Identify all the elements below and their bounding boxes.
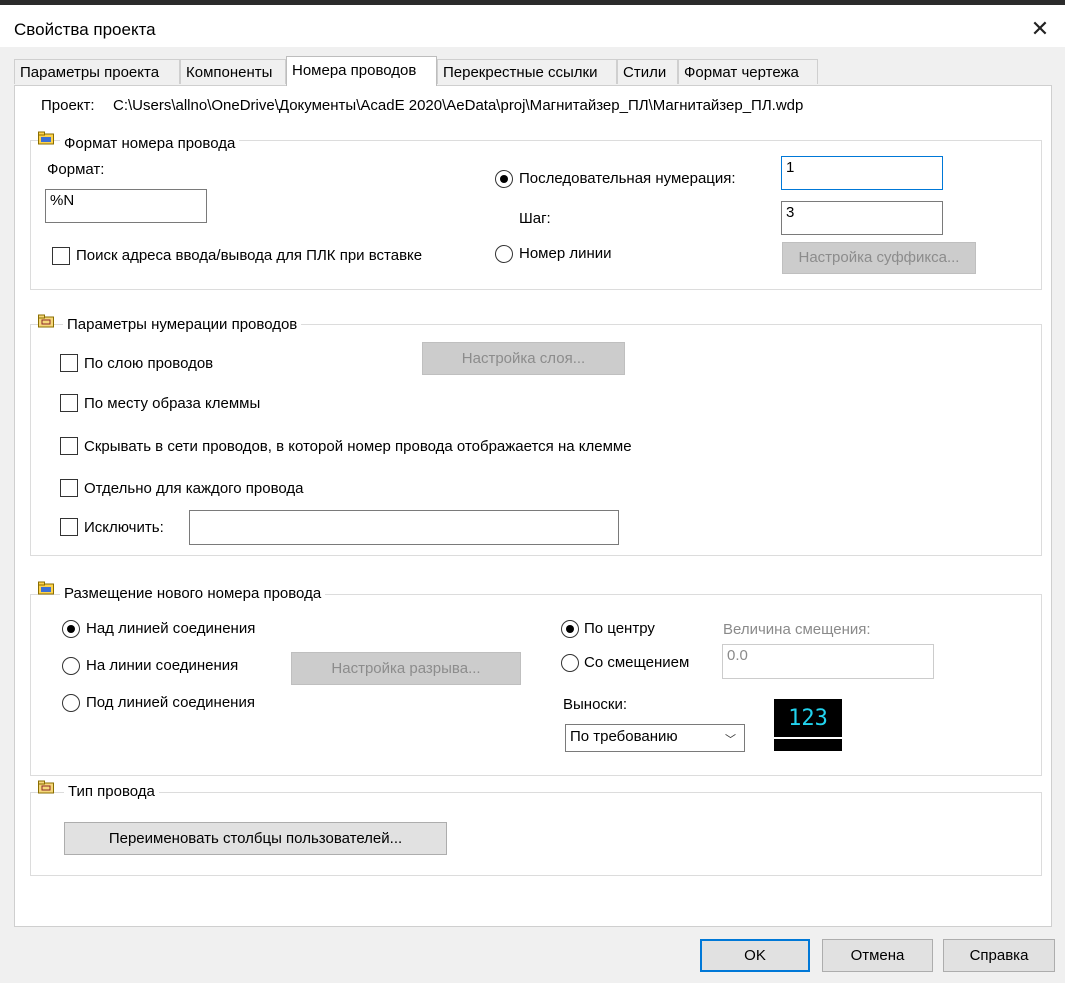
below-line-label: Под линией соединения <box>86 694 255 711</box>
project-path: C:\Users\allno\OneDrive\Документы\AcadE … <box>113 97 804 114</box>
hide-on-terminal-label: Скрывать в сети проводов, в которой номе… <box>84 438 632 455</box>
leaders-select-value: По требованию <box>570 728 678 745</box>
numbering-legend: Параметры нумерации проводов <box>63 316 302 333</box>
plc-search-label: Поиск адреса ввода/вывода для ПЛК при вс… <box>76 247 423 264</box>
wire-number-preview: 123 <box>774 699 842 751</box>
tab-components[interactable]: Компоненты <box>180 59 286 84</box>
offset-radio[interactable] <box>561 654 579 672</box>
tab-drawing-format[interactable]: Формат чертежа <box>678 59 818 84</box>
start-number-input[interactable]: 1 <box>781 156 943 190</box>
folder-icon <box>38 131 54 145</box>
placement-legend: Размещение нового номера провода <box>60 585 326 602</box>
tab-wire-numbers[interactable]: Номера проводов <box>286 56 437 86</box>
cancel-button[interactable]: Отмена <box>822 939 933 972</box>
leaders-label: Выноски: <box>563 696 628 713</box>
by-layer-checkbox[interactable] <box>60 354 78 372</box>
sequential-radio[interactable] <box>495 170 513 188</box>
sequential-label: Последовательная нумерация: <box>519 170 736 187</box>
rename-user-columns-button[interactable]: Переименовать столбцы пользователей... <box>64 822 447 855</box>
exclude-label: Исключить: <box>84 519 164 536</box>
folder-icon <box>38 780 54 794</box>
step-label: Шаг: <box>519 210 551 227</box>
hide-on-terminal-checkbox[interactable] <box>60 437 78 455</box>
preview-wire-line <box>774 737 842 739</box>
by-terminal-checkbox[interactable] <box>60 394 78 412</box>
per-wire-label: Отдельно для каждого провода <box>84 480 304 497</box>
plc-search-checkbox[interactable] <box>52 247 70 265</box>
above-line-label: Над линией соединения <box>86 620 256 637</box>
line-number-label: Номер линии <box>519 245 612 262</box>
folder-icon <box>38 581 54 595</box>
chevron-down-icon: ﹀ <box>725 734 736 746</box>
offset-value-label: Величина смещения: <box>723 621 871 638</box>
offset-label: Со смещением <box>584 654 690 671</box>
center-radio[interactable] <box>561 620 579 638</box>
per-wire-checkbox[interactable] <box>60 479 78 497</box>
format-input[interactable]: %N <box>45 189 207 223</box>
by-layer-label: По слою проводов <box>84 355 214 372</box>
by-terminal-label: По месту образа клеммы <box>84 395 261 412</box>
project-label: Проект: <box>41 97 95 114</box>
close-icon: ✕ <box>1030 16 1050 41</box>
tab-project-params[interactable]: Параметры проекта <box>14 59 180 84</box>
tab-styles[interactable]: Стили <box>617 59 678 84</box>
close-button[interactable]: ✕ <box>1024 13 1056 45</box>
tab-cross-references[interactable]: Перекрестные ссылки <box>437 59 617 84</box>
ok-button[interactable]: OK <box>700 939 810 972</box>
layer-setup-button[interactable]: Настройка слоя... <box>422 342 625 375</box>
on-line-radio[interactable] <box>62 657 80 675</box>
step-input[interactable]: 3 <box>781 201 943 235</box>
help-button[interactable]: Справка <box>943 939 1055 972</box>
exclude-input[interactable] <box>189 510 619 545</box>
line-number-radio[interactable] <box>495 245 513 263</box>
wire-type-legend: Тип провода <box>64 783 159 800</box>
on-line-label: На линии соединения <box>86 657 239 674</box>
below-line-radio[interactable] <box>62 694 80 712</box>
exclude-checkbox[interactable] <box>60 518 78 536</box>
title-bar: Свойства проекта ✕ <box>0 5 1065 47</box>
suffix-setup-button[interactable]: Настройка суффикса... <box>782 242 976 274</box>
leaders-select[interactable]: По требованию ﹀ <box>565 724 745 752</box>
wire-format-legend: Формат номера провода <box>60 135 240 152</box>
preview-number: 123 <box>788 706 828 731</box>
format-label: Формат: <box>47 161 105 178</box>
window-title: Свойства проекта <box>14 20 156 39</box>
center-label: По центру <box>584 620 655 637</box>
folder-icon <box>38 314 54 328</box>
above-line-radio[interactable] <box>62 620 80 638</box>
offset-value-input[interactable]: 0.0 <box>722 644 934 679</box>
gap-setup-button[interactable]: Настройка разрыва... <box>291 652 521 685</box>
